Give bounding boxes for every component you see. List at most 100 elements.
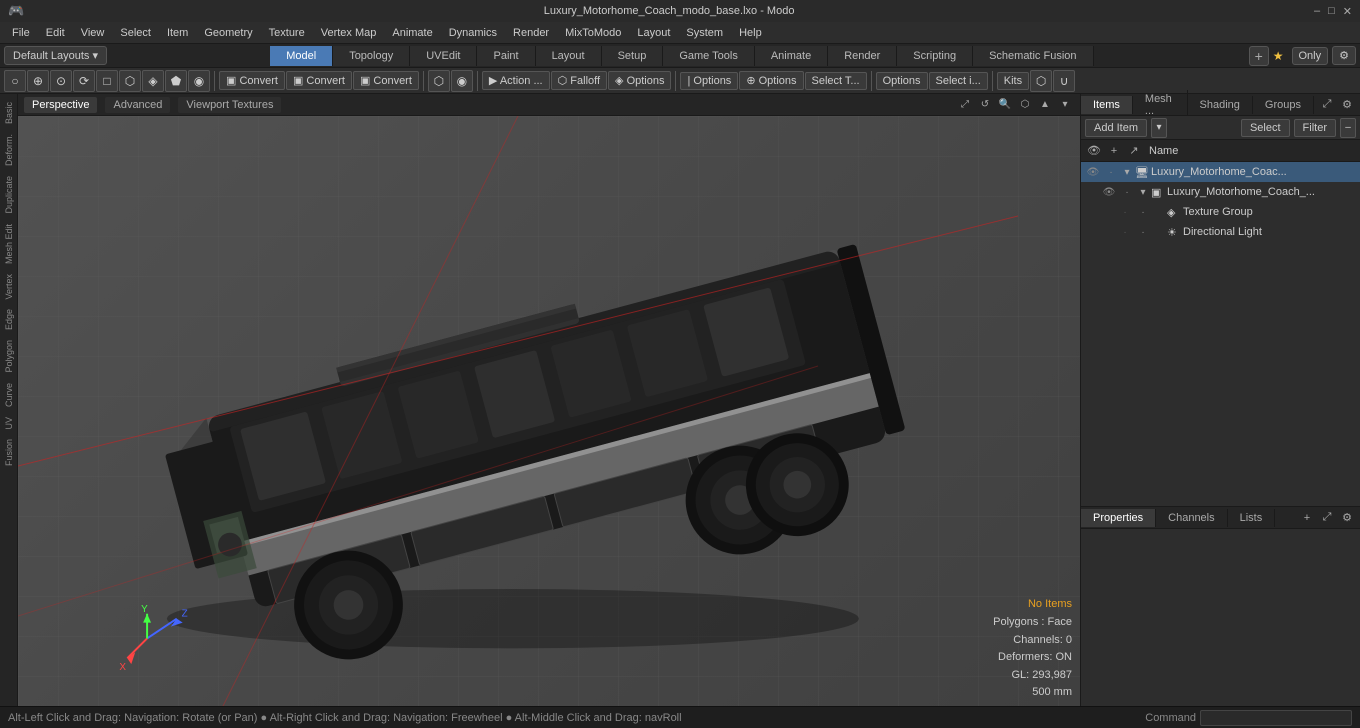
sidebar-item-polygon[interactable]: Polygon [2,336,16,377]
sidebar-item-fusion[interactable]: Fusion [2,435,16,470]
convert-button-3[interactable]: ▣ Convert [353,71,419,90]
bottom-expand-icon[interactable]: ⤢ [1318,509,1336,527]
viewport-maximize-icon[interactable]: ⤢ [956,96,974,114]
options-button-2[interactable]: Options [876,72,928,90]
toolbar-icon-paint[interactable]: ⊙ [50,70,72,92]
menu-item-item[interactable]: Item [159,25,196,41]
tree-item-mesh[interactable]: 👁 · ▾ ▣ Luxury_Motorhome_Coach_... [1081,182,1360,202]
panel-eye-icon[interactable]: 👁 [1085,142,1103,160]
tab-animate[interactable]: Animate [755,46,828,66]
layout-dropdown[interactable]: Default Layouts ▾ [4,46,107,65]
toolbar-icon-rotate[interactable]: ◉ [451,70,473,92]
only-button[interactable]: Only [1292,47,1329,65]
sidebar-item-duplicate[interactable]: Duplicate [2,172,16,218]
menu-item-geometry[interactable]: Geometry [196,25,260,41]
menu-item-mixtomodo[interactable]: MixToModo [557,25,629,41]
more-button[interactable]: – [1340,118,1356,138]
bottom-settings-icon[interactable]: ⚙ [1338,509,1356,527]
convert-button-2[interactable]: ▣ Convert [286,71,352,90]
menu-item-layout[interactable]: Layout [629,25,678,41]
panel-add-icon[interactable]: + [1105,142,1123,160]
tab-game-tools[interactable]: Game Tools [663,46,755,66]
kits-button[interactable]: Kits [997,72,1029,90]
panel-settings-icon[interactable]: ⚙ [1338,96,1356,114]
pipe-options-button[interactable]: | Options [680,72,738,90]
sidebar-item-meshedit[interactable]: Mesh Edit [2,220,16,268]
filter-button[interactable]: Filter [1294,119,1336,137]
menu-item-animate[interactable]: Animate [384,25,440,41]
eye-icon-root[interactable]: 👁 [1085,167,1101,178]
menu-item-edit[interactable]: Edit [38,25,73,41]
toolbar-icon-circle[interactable]: ◉ [188,70,210,92]
panel-tab-mesh[interactable]: Mesh ... [1133,90,1188,120]
menu-item-view[interactable]: View [73,25,113,41]
select-i-button[interactable]: Select i... [929,72,988,90]
tree-item-root[interactable]: 👁 · ▾ 🖥 Luxury_Motorhome_Coac... [1081,162,1360,182]
panel-tab-groups[interactable]: Groups [1253,96,1314,114]
tab-schematic-fusion[interactable]: Schematic Fusion [973,46,1093,66]
menu-item-texture[interactable]: Texture [261,25,313,41]
action-button[interactable]: ▶ Action ... [482,71,550,90]
tree-item-light[interactable]: · · ▾ ☀ Directional Light [1081,222,1360,242]
bottom-plus-icon[interactable]: + [1298,509,1316,527]
tab-layout[interactable]: Layout [536,46,602,66]
scene-background[interactable]: Z X Y [18,116,1080,706]
bottom-tab-properties[interactable]: Properties [1081,509,1156,527]
menu-item-dynamics[interactable]: Dynamics [441,25,505,41]
toolbar-icon-union[interactable]: ∪ [1053,70,1075,92]
menu-item-render[interactable]: Render [505,25,557,41]
tree-item-texture[interactable]: · · ▾ ◈ Texture Group [1081,202,1360,222]
viewport-hex-icon[interactable]: ⬡ [1016,96,1034,114]
toolbar-icon-move[interactable]: ⬡ [428,70,450,92]
select-button[interactable]: Select [1241,119,1290,137]
tab-paint[interactable]: Paint [477,46,535,66]
menu-item-file[interactable]: File [4,25,38,41]
eye-icon-mesh[interactable]: 👁 [1101,187,1117,198]
toolbar-icon-lasso[interactable]: ⊕ [27,70,49,92]
viewport-tab-textures[interactable]: Viewport Textures [178,97,281,113]
panel-tab-items[interactable]: Items [1081,96,1133,114]
toolbar-icon-poly[interactable]: ⬟ [165,70,187,92]
add-item-dropdown[interactable]: ▾ [1151,118,1167,138]
viewport-search-icon[interactable]: 🔍 [996,96,1014,114]
close-button[interactable]: ✕ [1343,5,1352,18]
add-item-button[interactable]: Add Item [1085,119,1147,137]
settings-gear-button[interactable]: ⚙ [1332,46,1356,65]
toolbar-icon-hex[interactable]: ⬡ [119,70,141,92]
toolbar-icon-kits-2[interactable]: ⬡ [1030,70,1052,92]
minimize-button[interactable]: – [1314,5,1320,18]
tab-scripting[interactable]: Scripting [897,46,973,66]
viewport-area[interactable]: Perspective Advanced Viewport Textures ⤢… [18,94,1080,706]
tab-topology[interactable]: Topology [333,46,410,66]
maximize-button[interactable]: □ [1328,5,1335,18]
arrow-root[interactable]: ▾ [1121,167,1133,178]
viewport-collapse-icon[interactable]: ▾ [1056,96,1074,114]
menu-item-system[interactable]: System [678,25,731,41]
bottom-tab-channels[interactable]: Channels [1156,509,1227,527]
sidebar-item-vertex[interactable]: Vertex [2,270,16,304]
menu-item-help[interactable]: Help [731,25,770,41]
sidebar-item-edge[interactable]: Edge [2,305,16,334]
arrow-mesh[interactable]: ▾ [1137,187,1149,198]
convert-button-1[interactable]: ▣ Convert [219,71,285,90]
panel-tab-shading[interactable]: Shading [1188,96,1253,114]
tab-model[interactable]: Model [270,46,333,66]
tab-setup[interactable]: Setup [602,46,664,66]
plus-options-button[interactable]: ⊕ Options [739,71,803,90]
viewport-refresh-icon[interactable]: ↺ [976,96,994,114]
viewport-tab-advanced[interactable]: Advanced [105,97,170,113]
select-t-button[interactable]: Select T... [805,72,867,90]
command-input[interactable] [1200,710,1352,726]
toolbar-icon-rect[interactable]: □ [96,70,118,92]
sidebar-item-deform[interactable]: Deform. [2,130,16,170]
menu-item-select[interactable]: Select [112,25,159,41]
sidebar-item-basic[interactable]: Basic [2,98,16,128]
falloff-button[interactable]: ⬡ Falloff [551,71,607,90]
toolbar-icon-select[interactable]: ○ [4,70,26,92]
add-tab-button[interactable]: + [1249,46,1269,66]
panel-expand-icon[interactable]: ⤢ [1318,96,1336,114]
toolbar-icon-diamond[interactable]: ◈ [142,70,164,92]
menu-item-vertex map[interactable]: Vertex Map [313,25,385,41]
sidebar-item-curve[interactable]: Curve [2,379,16,411]
panel-link-icon[interactable]: ↗ [1125,142,1143,160]
